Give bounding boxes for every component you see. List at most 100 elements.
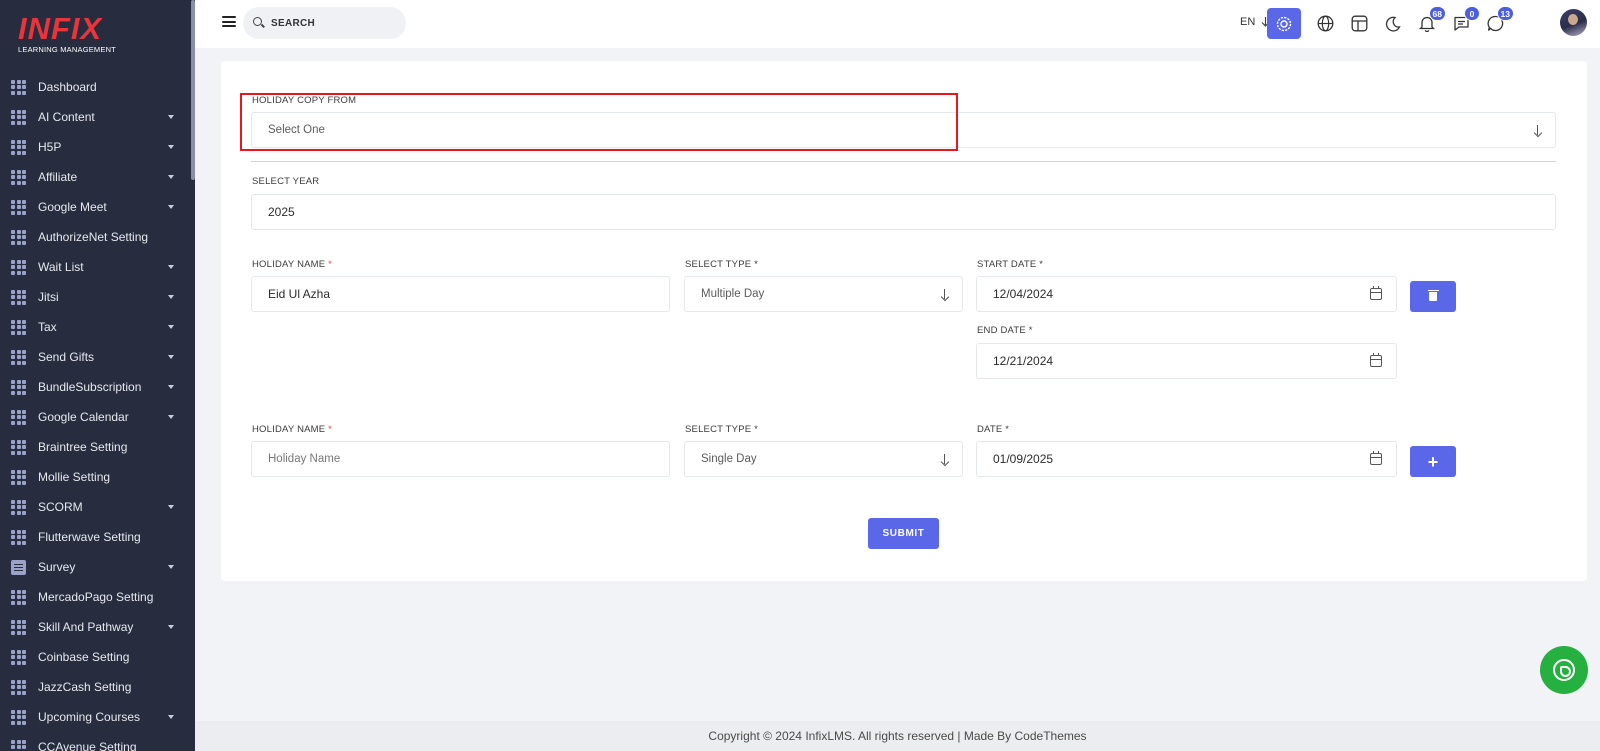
settings-gear-button[interactable] bbox=[1267, 8, 1301, 39]
whatsapp-icon bbox=[1553, 659, 1575, 681]
sidebar-menu: Dashboard AI Content H5P Affiliate Google Me… bbox=[0, 72, 191, 751]
sidebar-item-google-meet[interactable]: Google Meet bbox=[0, 192, 191, 222]
sidebar-item-ccavenue-setting[interactable]: CCAvenue Setting bbox=[0, 732, 191, 751]
top-header: EN 68 0 13 bbox=[195, 0, 1600, 48]
caret-down-icon bbox=[168, 715, 174, 719]
user-avatar[interactable] bbox=[1560, 9, 1587, 36]
sidebar-item-jazzcash-setting[interactable]: JazzCash Setting bbox=[0, 672, 191, 702]
select-type-label-2: SELECT TYPE * bbox=[685, 424, 759, 435]
date-input[interactable]: 01/09/2025 bbox=[976, 441, 1397, 477]
grid-icon bbox=[11, 589, 26, 605]
calendar-icon[interactable] bbox=[1370, 286, 1382, 300]
sidebar-item-label: Dashboard bbox=[38, 80, 97, 94]
sidebar-item-jitsi[interactable]: Jitsi bbox=[0, 282, 191, 312]
sidebar-item-label: Skill And Pathway bbox=[38, 620, 134, 634]
grid-icon bbox=[11, 349, 26, 365]
messages-button[interactable]: 0 bbox=[1444, 6, 1480, 39]
holiday-name-input-1[interactable]: Eid Ul Azha bbox=[251, 276, 670, 312]
globe-button[interactable] bbox=[1308, 8, 1342, 39]
caret-down-icon bbox=[168, 325, 174, 329]
search-input[interactable] bbox=[271, 17, 391, 29]
holiday-name-input-2[interactable] bbox=[251, 441, 670, 477]
moon-icon bbox=[1385, 16, 1401, 32]
holiday-copy-from-select[interactable]: Select One bbox=[251, 112, 1556, 148]
sidebar-item-mollie-setting[interactable]: Mollie Setting bbox=[0, 462, 191, 492]
sidebar-item-label: AuthorizeNet Setting bbox=[38, 230, 149, 244]
calendar-icon[interactable] bbox=[1370, 451, 1382, 465]
holiday-name-value-1: Eid Ul Azha bbox=[268, 287, 331, 301]
caret-down-icon bbox=[168, 355, 174, 359]
sidebar-item-label: SCORM bbox=[38, 500, 83, 514]
sidebar-item-label: Google Meet bbox=[38, 200, 107, 214]
sidebar-item-label: Braintree Setting bbox=[38, 440, 128, 454]
copy-from-value: Select One bbox=[268, 124, 325, 136]
sidebar-item-h5p[interactable]: H5P bbox=[0, 132, 191, 162]
year-value: 2025 bbox=[268, 205, 295, 219]
start-date-input[interactable]: 12/04/2024 bbox=[976, 276, 1397, 312]
grid-icon bbox=[11, 529, 26, 545]
sidebar-item-survey[interactable]: Survey bbox=[0, 552, 191, 582]
holiday-name-label-2: HOLIDAY NAME * bbox=[252, 424, 333, 435]
sidebar-item-label: BundleSubscription bbox=[38, 380, 142, 394]
chat-badge: 13 bbox=[1496, 6, 1514, 21]
sidebar-item-coinbase-setting[interactable]: Coinbase Setting bbox=[0, 642, 191, 672]
sidebar-item-wait-list[interactable]: Wait List bbox=[0, 252, 191, 282]
dark-mode-button[interactable] bbox=[1376, 8, 1410, 39]
caret-down-icon bbox=[168, 415, 174, 419]
start-date-value: 12/04/2024 bbox=[993, 287, 1054, 301]
date-value: 01/09/2025 bbox=[993, 452, 1054, 466]
infix-logo[interactable]: INFIX LEARNING MANAGEMENT bbox=[18, 13, 138, 56]
sidebar: INFIX LEARNING MANAGEMENT Dashboard AI Co… bbox=[0, 0, 195, 751]
grid-icon bbox=[11, 379, 26, 395]
grid-icon bbox=[11, 649, 26, 665]
grid-icon bbox=[11, 229, 26, 245]
layout-button[interactable] bbox=[1342, 8, 1376, 39]
grid-icon bbox=[11, 259, 26, 275]
arrow-down-icon bbox=[940, 289, 950, 301]
sidebar-item-scorm[interactable]: SCORM bbox=[0, 492, 191, 522]
start-date-label: START DATE * bbox=[977, 259, 1044, 270]
select-type-dropdown-1[interactable]: Multiple Day bbox=[684, 276, 963, 312]
end-date-input[interactable]: 12/21/2024 bbox=[976, 343, 1397, 379]
sidebar-item-label: Upcoming Courses bbox=[38, 710, 141, 724]
end-date-label: END DATE * bbox=[977, 325, 1033, 336]
delete-row-button[interactable] bbox=[1410, 281, 1456, 312]
sidebar-item-authorizenet-setting[interactable]: AuthorizeNet Setting bbox=[0, 222, 191, 252]
grid-icon bbox=[11, 409, 26, 425]
caret-down-icon bbox=[168, 385, 174, 389]
add-row-button[interactable]: + bbox=[1410, 446, 1456, 477]
notifications-button[interactable]: 68 bbox=[1410, 6, 1446, 39]
select-year-field[interactable]: 2025 bbox=[251, 194, 1556, 230]
select-type-dropdown-2[interactable]: Single Day bbox=[684, 441, 963, 477]
sidebar-item-bundlesubscription[interactable]: BundleSubscription bbox=[0, 372, 191, 402]
sidebar-item-label: Mollie Setting bbox=[38, 470, 111, 484]
search-box[interactable] bbox=[243, 7, 406, 39]
document-icon bbox=[11, 559, 26, 575]
calendar-icon[interactable] bbox=[1370, 353, 1382, 367]
grid-icon bbox=[11, 439, 26, 455]
language-selector[interactable]: EN bbox=[1240, 16, 1270, 28]
sidebar-item-flutterwave-setting[interactable]: Flutterwave Setting bbox=[0, 522, 191, 552]
sidebar-item-send-gifts[interactable]: Send Gifts bbox=[0, 342, 191, 372]
select-type-label-1: SELECT TYPE * bbox=[685, 259, 759, 270]
search-icon bbox=[253, 17, 265, 29]
submit-button[interactable]: SUBMIT bbox=[868, 518, 939, 549]
holiday-name-field-2[interactable] bbox=[268, 453, 669, 465]
sidebar-item-skill-and-pathway[interactable]: Skill And Pathway bbox=[0, 612, 191, 642]
sidebar-item-upcoming-courses[interactable]: Upcoming Courses bbox=[0, 702, 191, 732]
hamburger-menu-icon[interactable] bbox=[222, 16, 236, 27]
logo-subtitle: LEARNING MANAGEMENT bbox=[18, 45, 116, 54]
trash-icon bbox=[1427, 289, 1439, 301]
whatsapp-float-button[interactable] bbox=[1540, 646, 1588, 694]
grid-icon bbox=[11, 199, 26, 215]
sidebar-item-ai-content[interactable]: AI Content bbox=[0, 102, 191, 132]
sidebar-item-label: H5P bbox=[38, 140, 62, 154]
sidebar-item-tax[interactable]: Tax bbox=[0, 312, 191, 342]
sidebar-item-google-calendar[interactable]: Google Calendar bbox=[0, 402, 191, 432]
sidebar-item-dashboard[interactable]: Dashboard bbox=[0, 72, 191, 102]
sidebar-item-affiliate[interactable]: Affiliate bbox=[0, 162, 191, 192]
whatsapp-chat-button[interactable]: 13 bbox=[1478, 6, 1514, 39]
sidebar-item-mercadopago-setting[interactable]: MercadoPago Setting bbox=[0, 582, 191, 612]
sidebar-item-braintree-setting[interactable]: Braintree Setting bbox=[0, 432, 191, 462]
sidebar-item-label: Send Gifts bbox=[38, 350, 95, 364]
